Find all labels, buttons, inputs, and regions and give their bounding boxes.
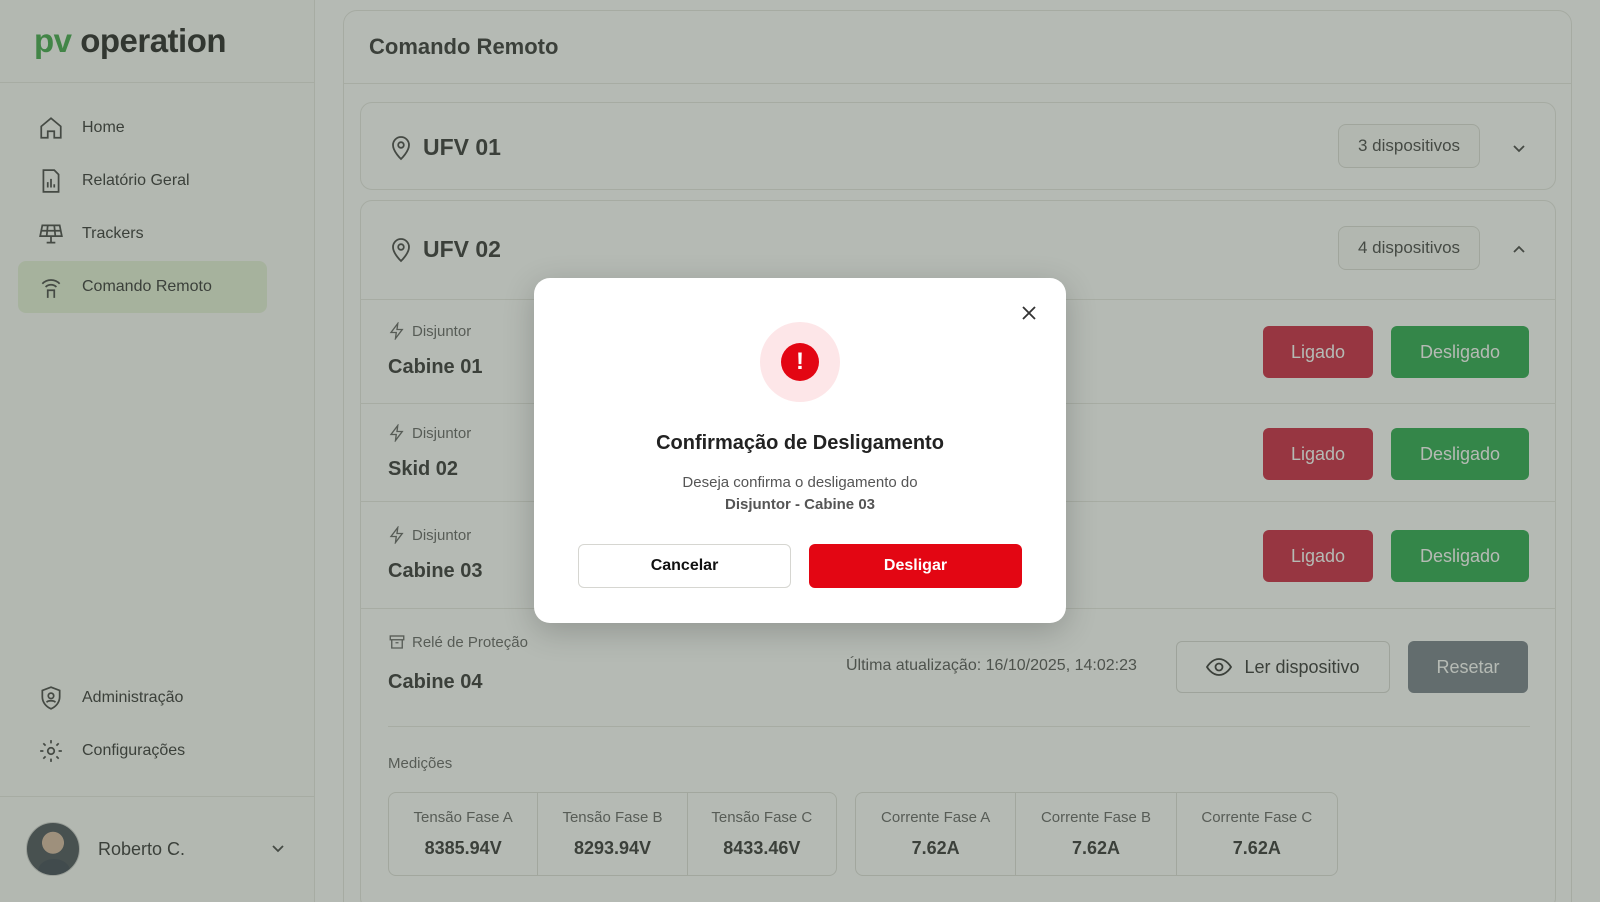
exclamation-icon: ! xyxy=(781,343,819,381)
modal-message: Deseja confirma o desligamento do xyxy=(682,474,918,491)
close-icon[interactable] xyxy=(1020,304,1038,322)
modal-title: Confirmação de Desligamento xyxy=(656,432,944,454)
modal-device-name: Disjuntor - Cabine 03 xyxy=(724,496,876,513)
cancel-button[interactable]: Cancelar xyxy=(578,544,791,588)
confirm-shutdown-button[interactable]: Desligar xyxy=(809,544,1022,588)
alert-icon: ! xyxy=(760,322,840,402)
confirmation-modal: ! Confirmação de Desligamento Deseja con… xyxy=(534,278,1066,623)
